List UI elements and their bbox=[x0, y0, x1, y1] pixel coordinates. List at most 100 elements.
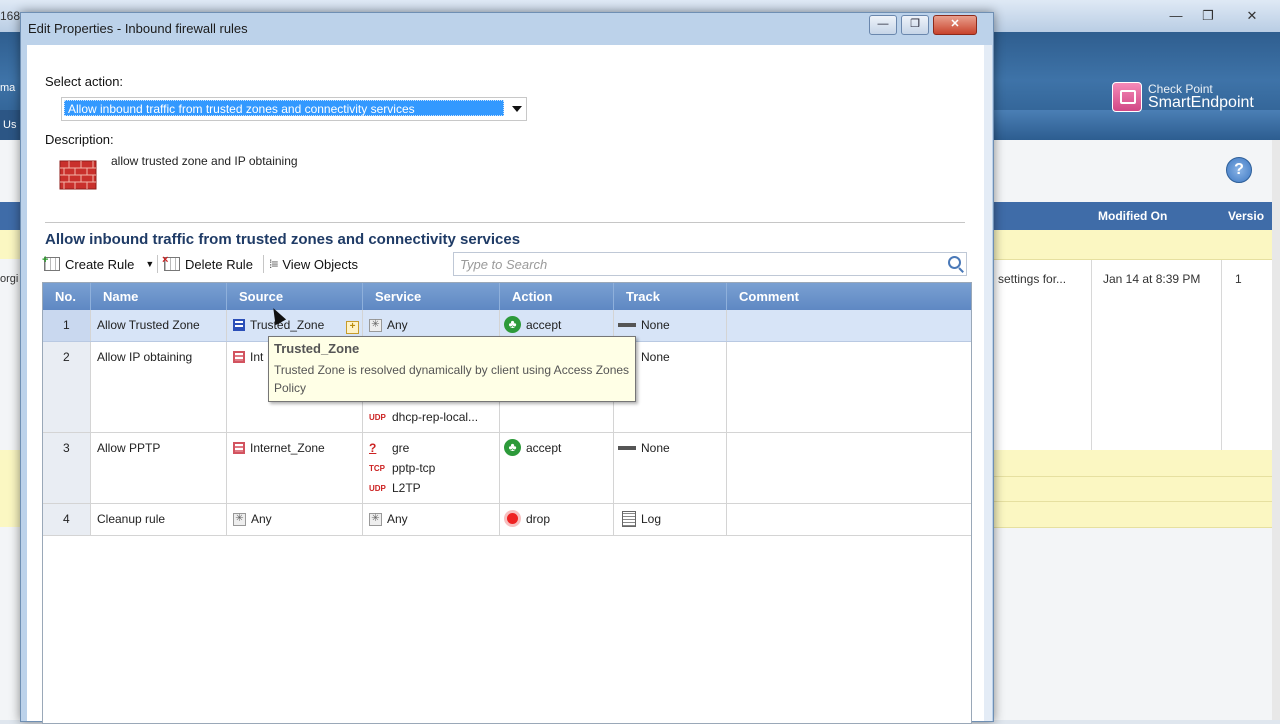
background-close-button[interactable]: ✕ bbox=[1239, 7, 1265, 25]
rule-name[interactable]: Allow Trusted Zone bbox=[97, 318, 200, 332]
log-icon bbox=[622, 511, 636, 527]
help-icon[interactable]: ? bbox=[1226, 157, 1252, 183]
table-row[interactable]: 3 Allow PPTP Internet_Zone ? gre TCP ppt… bbox=[43, 433, 971, 504]
rule-number: 1 bbox=[63, 318, 70, 332]
service-object[interactable]: ✳ Any bbox=[369, 318, 408, 332]
delete-rule-icon: × bbox=[162, 254, 180, 271]
dialog-title: Edit Properties - Inbound firewall rules bbox=[28, 21, 248, 36]
service-object[interactable]: ? gre bbox=[369, 441, 409, 455]
any-icon: ✳ bbox=[369, 512, 382, 526]
column-no[interactable]: No. bbox=[43, 283, 91, 310]
action-object[interactable]: ♣ accept bbox=[504, 439, 561, 456]
source-object[interactable]: Int bbox=[233, 350, 263, 364]
rule-name[interactable]: Allow PPTP bbox=[97, 441, 160, 455]
action-label: drop bbox=[526, 511, 551, 526]
background-left-fragment: orgi bbox=[0, 273, 19, 285]
column-version[interactable]: Versio bbox=[1228, 202, 1264, 230]
chevron-down-icon[interactable]: ▼ bbox=[145, 259, 154, 269]
service-label: Any bbox=[387, 512, 408, 526]
column-name[interactable]: Name bbox=[91, 283, 227, 310]
action-select-value[interactable]: Allow inbound traffic from trusted zones… bbox=[64, 100, 504, 116]
zone-icon bbox=[233, 442, 245, 454]
background-group-row bbox=[990, 230, 1272, 260]
background-group-row bbox=[990, 450, 1272, 477]
background-row-modified: Jan 14 at 8:39 PM bbox=[1103, 272, 1201, 286]
action-select[interactable]: Allow inbound traffic from trusted zones… bbox=[61, 97, 527, 121]
rule-name[interactable]: Allow IP obtaining bbox=[97, 350, 192, 364]
section-title: Allow inbound traffic from trusted zones… bbox=[45, 231, 521, 248]
column-comment[interactable]: Comment bbox=[727, 283, 971, 310]
smartendpoint-logo: Check Point SmartEndpoint bbox=[1112, 82, 1254, 112]
create-rule-button[interactable]: + Create Rule ▼ bbox=[42, 253, 154, 275]
dialog-minimize-button[interactable]: — bbox=[869, 15, 897, 35]
view-objects-label: View Objects bbox=[282, 256, 358, 272]
background-table-row[interactable] bbox=[990, 260, 1272, 450]
chevron-down-icon[interactable] bbox=[512, 106, 522, 112]
description-label: Description: bbox=[45, 132, 114, 147]
rule-name[interactable]: Cleanup rule bbox=[97, 512, 165, 526]
dialog-close-button[interactable]: ✕ bbox=[933, 15, 977, 35]
service-label: gre bbox=[392, 441, 410, 455]
column-action[interactable]: Action bbox=[500, 283, 614, 310]
track-label: None bbox=[641, 441, 670, 455]
any-icon: ✳ bbox=[233, 512, 246, 526]
background-row-version: 1 bbox=[1235, 272, 1242, 286]
comment-cell[interactable] bbox=[727, 433, 971, 503]
any-icon: ✳ bbox=[369, 318, 382, 332]
action-object[interactable]: drop bbox=[504, 510, 550, 527]
background-left-group bbox=[0, 450, 20, 527]
track-object[interactable]: None bbox=[618, 441, 670, 455]
background-scrollbar[interactable] bbox=[1272, 140, 1280, 720]
source-label: Any bbox=[251, 512, 272, 526]
background-header-fragment: ma bbox=[0, 82, 16, 94]
tooltip-title: Trusted_Zone bbox=[274, 341, 360, 356]
search-box[interactable] bbox=[453, 252, 967, 276]
action-object[interactable]: ♣ accept bbox=[504, 316, 561, 333]
background-title-fragment: 168 bbox=[0, 9, 21, 23]
track-object[interactable]: None bbox=[618, 318, 670, 332]
track-object[interactable]: Log bbox=[622, 511, 661, 527]
smartendpoint-logo-icon bbox=[1112, 82, 1142, 112]
service-object[interactable]: ✳ Any bbox=[369, 512, 408, 526]
comment-cell[interactable] bbox=[727, 310, 971, 341]
service-object[interactable]: TCP pptp-tcp bbox=[369, 461, 435, 475]
background-divider bbox=[1221, 260, 1222, 450]
dialog-maximize-button[interactable]: ❐ bbox=[901, 15, 929, 35]
rule-number: 2 bbox=[63, 350, 70, 364]
source-object[interactable]: ✳ Any bbox=[233, 512, 272, 526]
source-object[interactable]: Internet_Zone bbox=[233, 441, 325, 455]
comment-cell[interactable] bbox=[727, 504, 971, 535]
delete-rule-button[interactable]: × Delete Rule bbox=[162, 253, 253, 275]
column-track[interactable]: Track bbox=[614, 283, 727, 310]
column-source[interactable]: Source bbox=[227, 283, 363, 310]
zone-icon bbox=[233, 319, 245, 331]
service-object[interactable]: UDP dhcp-rep-local... bbox=[369, 410, 478, 424]
search-icon[interactable] bbox=[948, 256, 961, 269]
search-input[interactable] bbox=[458, 254, 942, 274]
select-action-label: Select action: bbox=[45, 74, 124, 89]
column-modified-on[interactable]: Modified On bbox=[1098, 202, 1167, 230]
service-label: Any bbox=[387, 318, 408, 332]
table-row[interactable]: 4 Cleanup rule ✳ Any ✳ Any drop Log bbox=[43, 504, 971, 536]
view-objects-button[interactable]: ⁞≡ View Objects bbox=[269, 253, 358, 275]
udp-icon: UDP bbox=[369, 483, 386, 493]
background-maximize-button[interactable]: ❐ bbox=[1195, 7, 1221, 25]
drop-icon bbox=[504, 510, 521, 527]
service-label: pptp-tcp bbox=[392, 461, 436, 475]
tcp-icon: TCP bbox=[369, 463, 385, 473]
create-rule-label: Create Rule bbox=[65, 256, 135, 272]
service-object[interactable]: UDP L2TP bbox=[369, 481, 421, 495]
background-table-header: Modified On Versio bbox=[990, 202, 1272, 230]
logo-big-text: SmartEndpoint bbox=[1148, 94, 1254, 111]
source-label: Trusted_Zone bbox=[250, 318, 325, 332]
comment-cell[interactable] bbox=[727, 342, 971, 432]
rules-table-header: No. Name Source Service Action Track Com… bbox=[43, 283, 971, 310]
track-label: None bbox=[641, 318, 670, 332]
add-source-icon[interactable]: + bbox=[346, 321, 359, 334]
udp-icon: UDP bbox=[369, 412, 386, 422]
column-service[interactable]: Service bbox=[363, 283, 500, 310]
dialog-scrollbar[interactable] bbox=[984, 45, 992, 721]
background-group-row bbox=[990, 502, 1272, 528]
background-minimize-button[interactable]: — bbox=[1163, 7, 1189, 25]
source-tooltip: Trusted_Zone Trusted Zone is resolved dy… bbox=[268, 336, 636, 402]
